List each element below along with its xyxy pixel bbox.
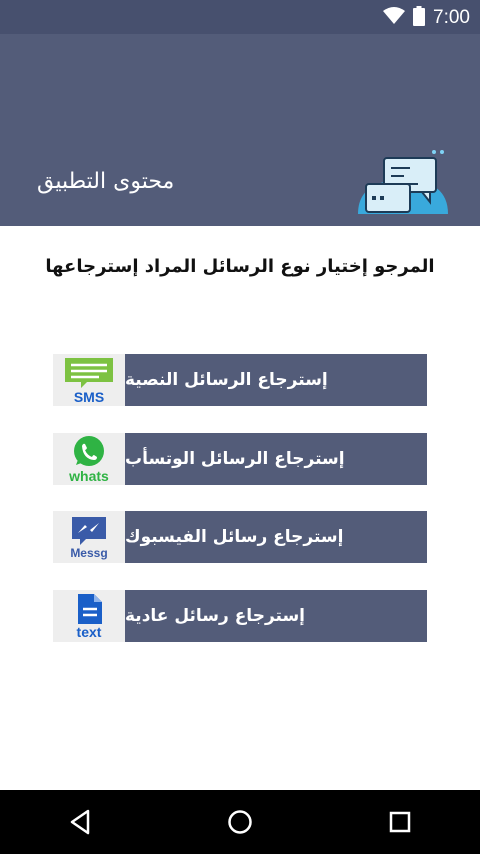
restore-whatsapp-label: إسترجاع الرسائل الوتسأب: [125, 433, 427, 485]
restore-whatsapp-button[interactable]: whats إسترجاع الرسائل الوتسأب: [53, 433, 427, 485]
status-bar: 7:00: [0, 0, 480, 34]
text-document-icon: text: [53, 590, 125, 642]
home-icon[interactable]: [222, 804, 258, 840]
chat-messages-icon: [352, 144, 452, 224]
whatsapp-icon-caption: whats: [69, 468, 109, 484]
battery-icon: [413, 6, 426, 30]
status-time: 7:00: [433, 7, 470, 28]
instruction-text: المرجو إختيار نوع الرسائل المراد إسترجاع…: [45, 256, 435, 277]
sms-icon-caption: SMS: [73, 389, 105, 405]
messenger-icon: Messg: [53, 511, 125, 563]
restore-facebook-label: إسترجاع رسائل الفيسبوك: [125, 511, 427, 563]
restore-facebook-button[interactable]: Messg إسترجاع رسائل الفيسبوك: [53, 511, 427, 563]
back-icon[interactable]: [62, 804, 98, 840]
wifi-icon: [383, 7, 406, 29]
navigation-bar: [0, 790, 480, 854]
text-icon-caption: text: [76, 624, 102, 640]
whatsapp-icon: whats: [53, 433, 125, 485]
sms-icon: SMS: [53, 354, 125, 406]
restore-sms-button[interactable]: SMS إسترجاع الرسائل النصية: [53, 354, 427, 406]
recents-icon[interactable]: [382, 804, 418, 840]
restore-sms-label: إسترجاع الرسائل النصية: [125, 354, 427, 406]
restore-normal-messages-label: إسترجاع رسائل عادية: [125, 590, 427, 642]
header-title: محتوى التطبيق: [37, 169, 175, 194]
app-header: محتوى التطبيق: [0, 34, 480, 226]
messenger-icon-caption: Messg: [70, 546, 108, 560]
restore-normal-messages-button[interactable]: text إسترجاع رسائل عادية: [53, 590, 427, 642]
status-icons: 7:00: [383, 6, 470, 30]
